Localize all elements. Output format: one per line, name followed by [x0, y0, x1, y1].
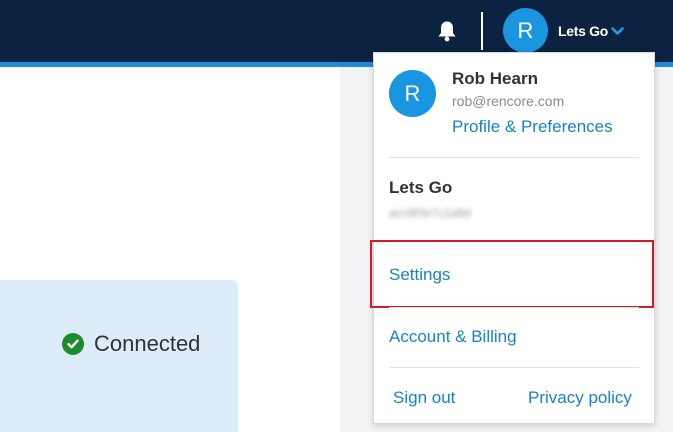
- chevron-down-icon: [611, 26, 624, 35]
- connection-status: Connected: [62, 331, 200, 357]
- menu-divider: [389, 367, 639, 368]
- account-dropdown-menu: R Rob Hearn rob@rencore.com Profile & Pr…: [370, 52, 655, 424]
- user-name: Rob Hearn: [452, 69, 538, 88]
- account-id-redacted: acc8f3e7c1a9d: [389, 206, 471, 220]
- profile-preferences-link[interactable]: Profile & Preferences: [452, 117, 613, 137]
- account-switcher-label: Lets Go: [558, 23, 609, 39]
- user-email: rob@rencore.com: [452, 93, 565, 109]
- account-switcher[interactable]: Lets Go: [558, 21, 624, 41]
- check-circle-icon: [62, 333, 84, 355]
- sign-out-link[interactable]: Sign out: [393, 388, 455, 408]
- header-avatar-initial: R: [517, 17, 534, 43]
- menu-divider: [389, 307, 639, 308]
- settings-link[interactable]: Settings: [389, 265, 450, 285]
- header-avatar[interactable]: R: [503, 8, 548, 53]
- account-billing-link[interactable]: Account & Billing: [389, 327, 517, 347]
- connection-status-label: Connected: [94, 331, 201, 356]
- user-avatar-initial: R: [404, 80, 421, 106]
- bell-icon[interactable]: [436, 20, 458, 42]
- user-avatar: R: [389, 70, 436, 117]
- privacy-policy-link[interactable]: Privacy policy: [528, 388, 632, 408]
- menu-divider: [389, 157, 639, 158]
- header-divider: [481, 12, 483, 50]
- account-name: Lets Go: [389, 178, 453, 197]
